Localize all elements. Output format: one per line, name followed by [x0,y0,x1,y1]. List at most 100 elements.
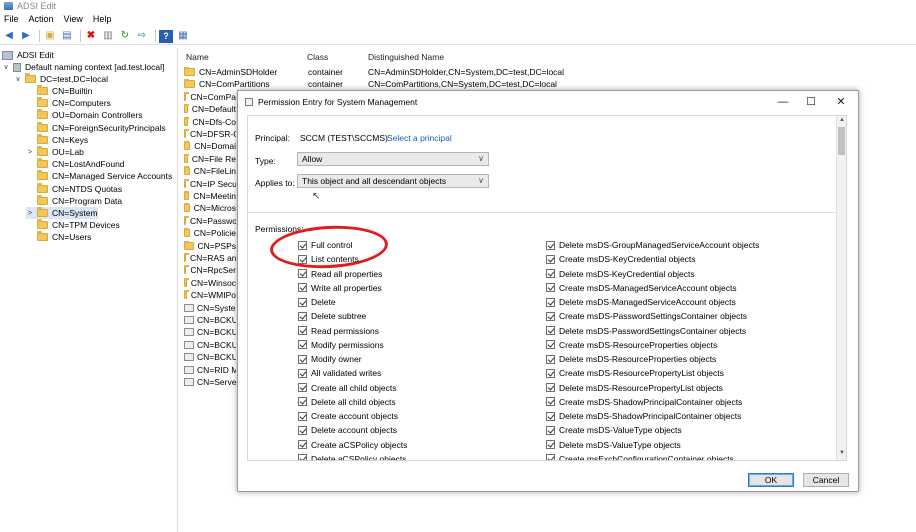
list-item[interactable]: CN=Domai [184,140,236,152]
checkbox-checked-icon[interactable] [298,283,307,293]
permission-checkbox[interactable]: Create aCSPolicy objects [298,439,407,451]
list-item[interactable]: CN=AdminSDHolder container CN=AdminSDHolde… [184,66,564,78]
permission-checkbox[interactable]: Create msDS-ManagedServiceAccount object… [546,282,737,294]
list-item[interactable]: CN=ComPa [184,91,236,103]
expand-chevron-icon[interactable]: > [26,149,34,156]
export-list-icon[interactable]: ⇨ [135,30,149,43]
permission-checkbox[interactable]: Delete msDS-ResourcePropertyList objects [546,382,723,394]
checkbox-checked-icon[interactable] [546,397,555,407]
checkbox-checked-icon[interactable] [546,340,555,350]
tree-item[interactable]: OU=Domain Controllers [26,109,142,121]
menu-file[interactable]: File [4,14,19,24]
tree-root[interactable]: ADSI Edit [2,49,54,61]
permission-checkbox[interactable]: Modify owner [298,353,362,365]
checkbox-checked-icon[interactable] [298,254,307,264]
permission-checkbox[interactable]: Delete [298,296,336,308]
list-item[interactable]: CN=Dfs-Co [184,116,236,128]
minimize-button[interactable]: — [776,95,790,109]
tree-item[interactable]: > CN=System [26,207,98,219]
permission-checkbox[interactable]: Create account objects [298,410,398,422]
list-item[interactable]: CN=System [184,302,236,314]
tree-item[interactable]: CN=Computers [26,97,111,109]
permission-checkbox[interactable]: Create msDS-PasswordSettingsContainer ob… [546,310,747,322]
collapse-chevron-icon[interactable]: ∨ [14,75,22,83]
checkbox-checked-icon[interactable] [546,326,555,335]
permission-checkbox[interactable]: Delete msDS-ShadowPrincipalContainer obj… [546,410,741,422]
show-hide-tree-icon[interactable]: ▤ [60,30,74,43]
checkbox-checked-icon[interactable] [298,311,307,321]
checkbox-checked-icon[interactable] [298,397,307,407]
checkbox-checked-icon[interactable] [298,440,307,449]
permission-checkbox[interactable]: Create msExchConfigurationContainer obje… [546,453,734,460]
tree-item[interactable]: CN=Program Data [26,194,122,207]
list-item[interactable]: CN=Server [184,376,236,388]
delete-icon[interactable]: ✖ [84,30,98,43]
permission-checkbox[interactable]: Create msDS-KeyCredential objects [546,253,696,265]
permission-checkbox[interactable]: Delete aCSPolicy objects [298,453,406,460]
tree-domain[interactable]: ∨ DC=test,DC=local [14,73,108,85]
checkbox-checked-icon[interactable] [546,454,555,460]
list-item[interactable]: CN=File Re [184,153,236,165]
column-name[interactable]: Name [186,52,209,62]
list-item[interactable]: CN=Passwo [184,215,236,227]
permission-checkbox[interactable]: Delete account objects [298,424,397,436]
checkbox-checked-icon[interactable] [298,354,307,364]
list-item[interactable]: CN=BCKUP [184,314,236,326]
type-dropdown[interactable]: Allow ∨ [297,152,489,166]
permission-checkbox[interactable]: Create all child objects [298,382,397,394]
checkbox-checked-icon[interactable] [546,354,555,364]
checkbox-checked-icon[interactable] [546,283,555,293]
list-item[interactable]: CN=BCKUP [184,339,236,351]
checkbox-checked-icon[interactable] [298,368,307,378]
tree-item[interactable]: CN=NTDS Quotas [26,182,122,195]
permission-checkbox[interactable]: Create msDS-ResourceProperties objects [546,339,717,351]
permission-checkbox[interactable]: Delete msDS-ValueType objects [546,439,681,451]
back-arrow-icon[interactable]: ◀ [2,30,16,43]
permission-checkbox[interactable]: List contents [298,253,359,265]
tree-item[interactable]: CN=ForeignSecurityPrincipals [26,121,166,134]
tree-item[interactable]: > OU=Lab [26,146,84,158]
permission-checkbox[interactable]: Delete subtree [298,310,366,322]
list-item[interactable]: CN=FileLin [184,165,236,177]
permission-checkbox[interactable]: Delete msDS-KeyCredential objects [546,268,695,280]
collapse-chevron-icon[interactable]: ∨ [2,63,10,71]
checkbox-checked-icon[interactable] [298,454,307,460]
checkbox-checked-icon[interactable] [546,425,555,435]
checkbox-checked-icon[interactable] [298,269,307,278]
list-item[interactable]: CN=Default [184,103,236,115]
permission-checkbox[interactable]: Modify permissions [298,339,384,351]
permission-checkbox[interactable]: All validated writes [298,367,381,379]
checkbox-checked-icon[interactable] [546,297,555,307]
list-item[interactable]: CN=Micros [184,202,236,214]
tree-item[interactable]: CN=Builtin [26,85,92,97]
tree-item[interactable]: CN=TPM Devices [26,219,120,231]
scroll-down-icon[interactable]: ▼ [837,450,846,459]
up-folder-icon[interactable]: ▣ [43,30,57,43]
list-item[interactable]: CN=RID Ma [184,364,236,376]
list-item[interactable]: CN=RpcSer [184,264,236,276]
tree-item[interactable]: CN=LostAndFound [26,158,125,170]
tree-item[interactable]: CN=Managed Service Accounts [26,170,172,182]
list-item[interactable]: CN=Policie [184,227,236,239]
permission-checkbox[interactable]: Full control [298,239,353,251]
list-item[interactable]: CN=Meetin [184,190,236,202]
permission-checkbox[interactable]: Delete msDS-GroupManagedServiceAccount o… [546,239,759,251]
permission-checkbox[interactable]: Delete msDS-ManagedServiceAccount object… [546,296,736,308]
vertical-scrollbar[interactable]: ▲ ▼ [836,116,846,460]
checkbox-checked-icon[interactable] [298,240,307,250]
list-item[interactable]: CN=BCKUP [184,326,236,338]
column-distinguished-name[interactable]: Distinguished Name [368,52,444,62]
console-view-icon[interactable]: ▦ [176,30,190,43]
checkbox-checked-icon[interactable] [298,340,307,350]
list-item[interactable]: CN=PSPs [184,240,236,252]
permission-checkbox[interactable]: Create msDS-ValueType objects [546,424,682,436]
list-item[interactable]: CN=IP Secu [184,178,236,190]
ok-button[interactable]: OK [748,473,794,487]
checkbox-checked-icon[interactable] [298,326,307,335]
permission-checkbox[interactable]: Read all properties [298,268,382,280]
list-item[interactable]: CN=RAS an [184,252,236,264]
menu-action[interactable]: Action [29,14,54,24]
column-class[interactable]: Class [307,52,328,62]
checkbox-checked-icon[interactable] [298,383,307,392]
tree-item[interactable]: CN=Users [26,231,91,243]
